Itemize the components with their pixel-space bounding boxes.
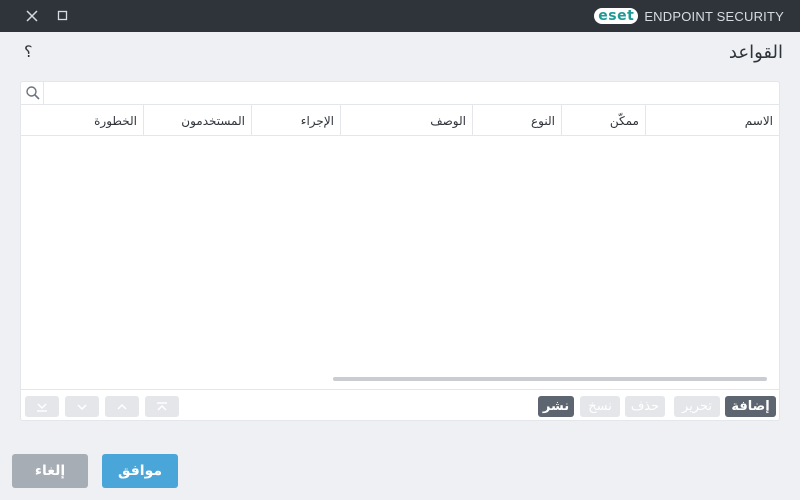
move-down-button[interactable] [65,396,99,417]
move-up-icon [117,403,127,410]
move-up-button[interactable] [105,396,139,417]
rules-panel: الاسم ممكّن النوع الوصف الإجراء المستخدم… [20,81,780,421]
close-icon [26,10,38,22]
product-name: ENDPOINT SECURITY [644,8,784,24]
move-bottom-button[interactable] [25,396,59,417]
move-bottom-icon [37,402,47,412]
page-title: القواعد [728,42,783,63]
column-header-description[interactable]: الوصف [341,105,473,135]
move-top-icon [157,401,167,411]
eset-logo: eset [594,8,639,24]
delete-button[interactable]: حذف [625,396,665,417]
title-bar: eset ENDPOINT SECURITY [0,0,800,32]
horizontal-scrollbar[interactable] [333,377,767,381]
search-input[interactable] [45,83,779,104]
column-header-action[interactable]: الإجراء [252,105,341,135]
column-header-name[interactable]: الاسم [646,105,779,135]
search-icon[interactable] [25,85,41,101]
ok-button[interactable]: موافق [102,454,178,488]
table-header: الاسم ممكّن النوع الوصف الإجراء المستخدم… [21,105,779,136]
help-button[interactable]: ؟ [24,42,33,61]
column-header-type[interactable]: النوع [473,105,562,135]
column-header-enabled[interactable]: ممكّن [562,105,646,135]
column-header-users[interactable]: المستخدمون [144,105,252,135]
edit-button[interactable]: تحرير [674,396,720,417]
maximize-button[interactable] [47,0,79,32]
close-button[interactable] [16,0,48,32]
copy-button[interactable]: نسخ [580,396,620,417]
brand: eset ENDPOINT SECURITY [594,7,784,25]
maximize-icon [57,10,68,21]
search-bar [21,82,779,105]
column-header-severity[interactable]: الخطورة [21,105,144,135]
move-down-icon [77,403,87,410]
move-top-button[interactable] [145,396,179,417]
cancel-button[interactable]: إلغاء [12,454,88,488]
add-button[interactable]: إضافة [725,396,776,417]
table-toolbar: نشر نسخ حذف تحرير إضافة [21,389,779,421]
search-divider [43,82,44,104]
publish-button[interactable]: نشر [538,396,574,417]
